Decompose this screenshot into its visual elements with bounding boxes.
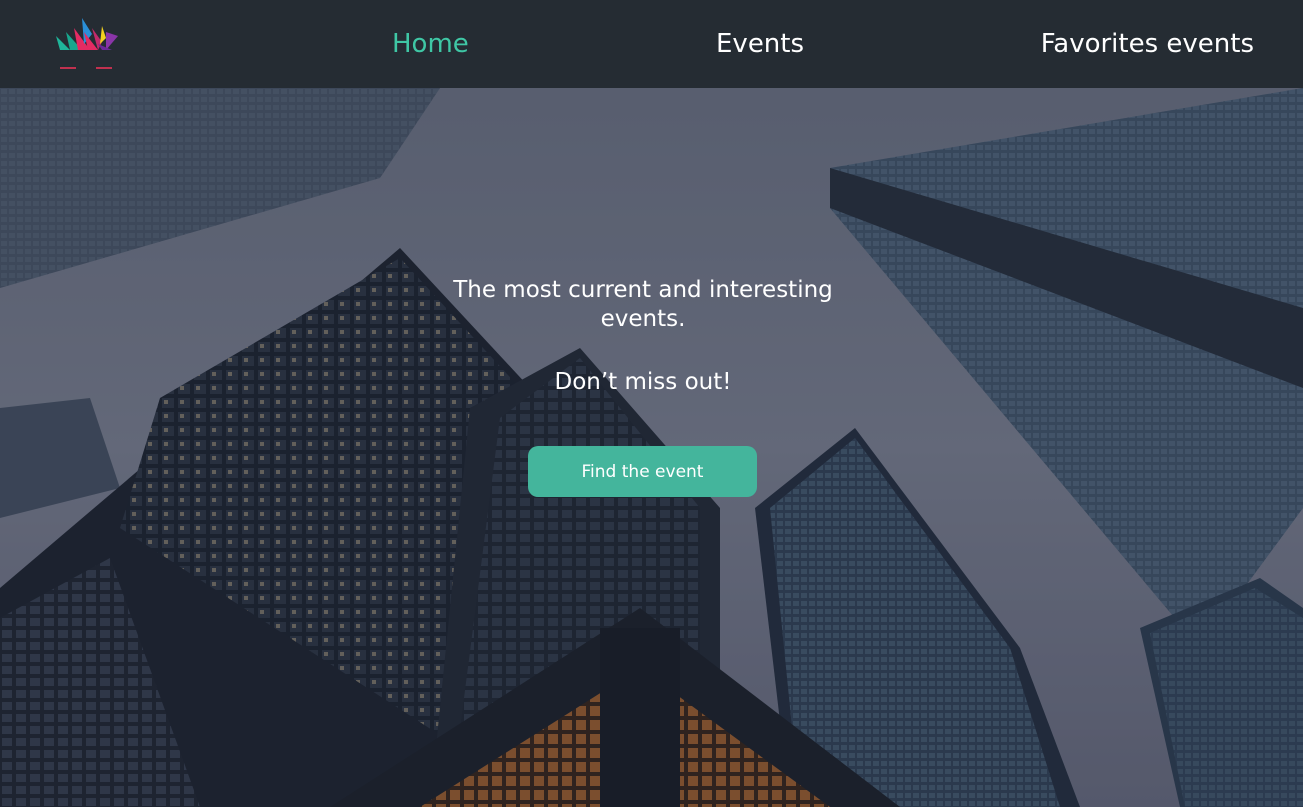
top-navbar: Home Events Favorites events	[0, 0, 1303, 88]
nav-home-link[interactable]: Home	[392, 26, 469, 62]
nav-events-link[interactable]: Events	[716, 26, 804, 62]
hero-content: The most current and interesting events.…	[0, 88, 1303, 807]
nav-favorites-link[interactable]: Favorites events	[1041, 26, 1254, 62]
hero-section: The most current and interesting events.…	[0, 88, 1303, 807]
find-event-button[interactable]: Find the event	[528, 446, 757, 497]
crown-logo-icon[interactable]	[52, 14, 124, 74]
hero-subline: Don’t miss out!	[554, 369, 732, 395]
hero-headline: The most current and interesting events.	[453, 277, 833, 332]
